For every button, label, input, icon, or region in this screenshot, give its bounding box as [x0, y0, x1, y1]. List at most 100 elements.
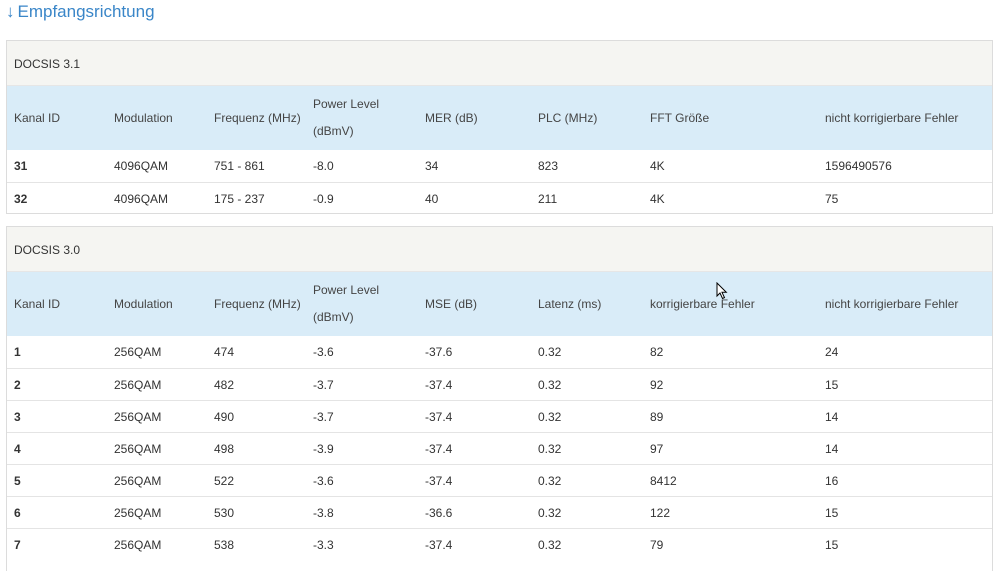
cell-kanal-id: 5 [14, 474, 21, 488]
column-header-kanal-id: Kanal ID [14, 111, 61, 125]
table-row: 1 256QAM 474 -3.6 -37.6 0.32 82 24 [7, 336, 992, 368]
table-row: 6 256QAM 530 -3.8 -36.6 0.32 122 15 [7, 496, 992, 528]
cell-modulation: 256QAM [114, 378, 162, 392]
cell-frequenz: 482 [214, 378, 235, 392]
cell-modulation: 256QAM [114, 506, 162, 520]
column-header-power-level: Power Level (dBmV) [313, 97, 380, 138]
cell-col7: 82 [650, 345, 664, 359]
table-row: 4 256QAM 498 -3.9 -37.4 0.32 97 14 [7, 432, 992, 464]
cell-col6: 0.32 [538, 345, 562, 359]
cell-modulation: 256QAM [114, 538, 162, 552]
column-header-col7: FFT Größe [650, 111, 710, 125]
docsis31-table-header: Kanal ID Modulation Frequenz (MHz) Power Le… [7, 86, 992, 150]
cell-col5: -37.4 [425, 538, 453, 552]
down-arrow-icon: ↓ [6, 2, 15, 21]
cell-power-level: -3.6 [313, 345, 334, 359]
cell-power-level: -3.7 [313, 378, 334, 392]
cell-col5: -37.4 [425, 474, 453, 488]
section-title: ↓ Empfangsrichtung [6, 1, 155, 25]
cell-kanal-id: 31 [14, 159, 28, 173]
column-header-frequenz: Frequenz (MHz) [214, 297, 301, 311]
column-header-col5: MSE (dB) [425, 297, 478, 311]
cell-power-level: -8.0 [313, 159, 334, 173]
cell-frequenz: 538 [214, 538, 235, 552]
cell-col5: -37.4 [425, 410, 453, 424]
table-row: 3 256QAM 490 -3.7 -37.4 0.32 89 14 [7, 400, 992, 432]
cell-nicht-korrigierbare-fehler: 15 [825, 378, 839, 392]
section-title-text: Empfangsrichtung [17, 2, 155, 21]
cell-col7: 4K [650, 159, 665, 173]
cell-power-level: -3.6 [313, 474, 334, 488]
table-row: 5 256QAM 522 -3.6 -37.4 0.32 8412 16 [7, 464, 992, 496]
mouse-pointer-icon [716, 282, 728, 300]
cell-col5: -36.6 [425, 506, 453, 520]
cell-col5: 40 [425, 192, 439, 206]
cell-col5: 34 [425, 159, 439, 173]
column-header-col6: PLC (MHz) [538, 111, 598, 125]
cell-nicht-korrigierbare-fehler: 15 [825, 538, 839, 552]
cell-nicht-korrigierbare-fehler: 15 [825, 506, 839, 520]
cell-col6: 0.32 [538, 410, 562, 424]
cell-frequenz: 522 [214, 474, 235, 488]
cell-kanal-id: 7 [14, 538, 21, 552]
cell-frequenz: 474 [214, 345, 235, 359]
column-header-modulation: Modulation [114, 111, 173, 125]
cell-col7: 122 [650, 506, 671, 520]
cell-nicht-korrigierbare-fehler: 14 [825, 442, 839, 456]
cell-power-level: -3.7 [313, 410, 334, 424]
cell-col6: 0.32 [538, 538, 562, 552]
cell-kanal-id: 1 [14, 345, 21, 359]
table-row: 7 256QAM 538 -3.3 -37.4 0.32 79 15 [7, 528, 992, 560]
cell-nicht-korrigierbare-fehler: 16 [825, 474, 839, 488]
cell-modulation: 4096QAM [114, 159, 169, 173]
cell-frequenz: 490 [214, 410, 235, 424]
cell-col6: 0.32 [538, 378, 562, 392]
docsis30-table-header: Kanal ID Modulation Frequenz (MHz) Power Le… [7, 272, 992, 336]
column-header-nicht-korrigierbare-fehler: nicht korrigierbare Fehler [825, 297, 959, 311]
cell-col6: 0.32 [538, 442, 562, 456]
table-row: 2 256QAM 482 -3.7 -37.4 0.32 92 15 [7, 368, 992, 400]
cell-nicht-korrigierbare-fehler: 24 [825, 345, 839, 359]
cell-power-level: -0.9 [313, 192, 334, 206]
cell-col5: -37.6 [425, 345, 453, 359]
cell-kanal-id: 4 [14, 442, 21, 456]
cell-col6: 211 [538, 192, 558, 206]
cell-modulation: 4096QAM [114, 192, 169, 206]
cell-col7: 4K [650, 192, 665, 206]
cell-col7: 97 [650, 442, 664, 456]
column-header-frequenz: Frequenz (MHz) [214, 111, 301, 125]
cell-power-level: -3.9 [313, 442, 334, 456]
table-row: 32 4096QAM 175 - 237 -0.9 40 211 4K 75 [7, 182, 992, 214]
cell-nicht-korrigierbare-fehler: 1596490576 [825, 159, 892, 173]
docsis30-title: DOCSIS 3.0 [7, 227, 992, 272]
cell-col5: -37.4 [425, 378, 453, 392]
cell-kanal-id: 3 [14, 410, 21, 424]
cell-frequenz: 530 [214, 506, 235, 520]
cell-frequenz: 751 - 861 [214, 159, 265, 173]
cell-modulation: 256QAM [114, 442, 162, 456]
cell-col6: 0.32 [538, 506, 562, 520]
column-header-kanal-id: Kanal ID [14, 297, 61, 311]
cell-frequenz: 175 - 237 [214, 192, 265, 206]
column-header-power-level: Power Level (dBmV) [313, 283, 380, 324]
cell-col6: 823 [538, 159, 559, 173]
cell-col5: -37.4 [425, 442, 453, 456]
docsis31-panel: DOCSIS 3.1 Kanal ID Modulation Frequenz (M… [6, 40, 993, 214]
docsis31-title: DOCSIS 3.1 [7, 41, 992, 86]
cell-kanal-id: 2 [14, 378, 21, 392]
docsis30-panel: DOCSIS 3.0 Kanal ID Modulation Frequenz (M… [6, 226, 993, 571]
cell-power-level: -3.8 [313, 506, 334, 520]
docsis30-table-body: 1 256QAM 474 -3.6 -37.6 0.32 82 24 2 256QAM 482 -3.… [7, 336, 992, 560]
cell-kanal-id: 6 [14, 506, 21, 520]
cell-col7: 89 [650, 410, 664, 424]
cell-modulation: 256QAM [114, 345, 162, 359]
cell-modulation: 256QAM [114, 474, 162, 488]
column-header-col5: MER (dB) [425, 111, 478, 125]
cell-col7: 92 [650, 378, 664, 392]
column-header-nicht-korrigierbare-fehler: nicht korrigierbare Fehler [825, 111, 959, 125]
cell-nicht-korrigierbare-fehler: 75 [825, 192, 839, 206]
cell-power-level: -3.3 [313, 538, 334, 552]
column-header-modulation: Modulation [114, 297, 173, 311]
cell-modulation: 256QAM [114, 410, 162, 424]
cell-col7: 8412 [650, 474, 677, 488]
